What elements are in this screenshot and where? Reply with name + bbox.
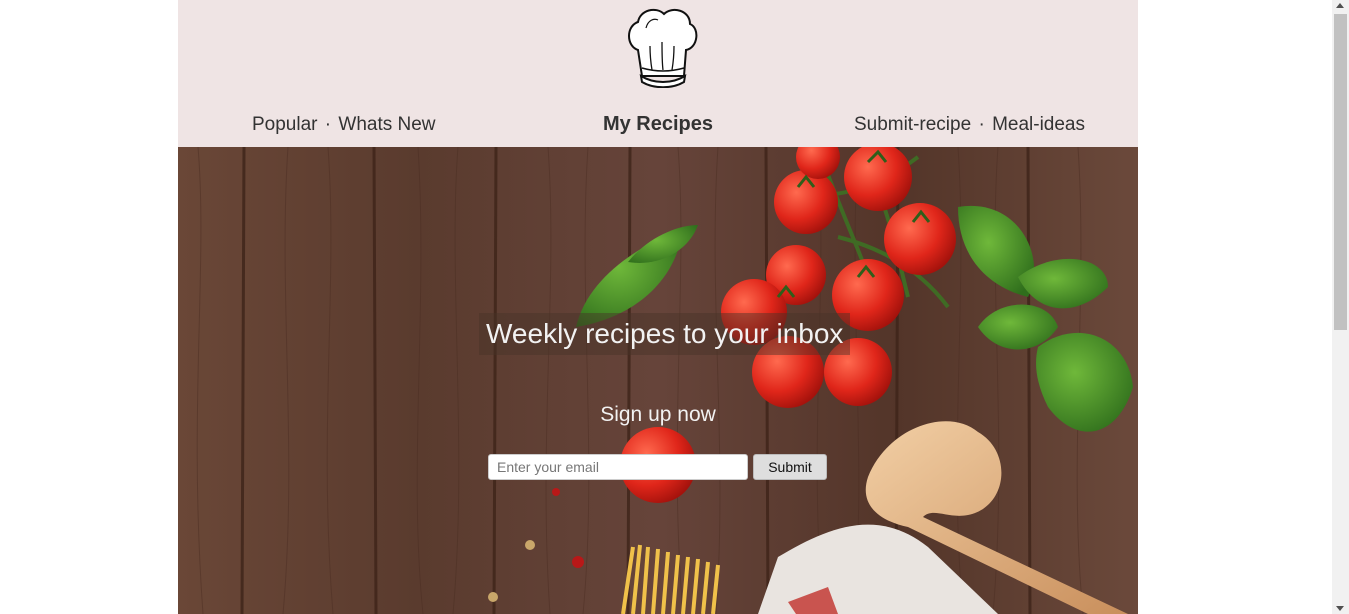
nav-link-meal-ideas[interactable]: Meal-ideas: [992, 114, 1085, 135]
hero-headline: Weekly recipes to your inbox: [479, 313, 851, 355]
nav-link-submit-recipe[interactable]: Submit-recipe: [854, 114, 971, 135]
nav-right: Submit-recipe · Meal-ideas: [854, 114, 1085, 136]
scroll-down-arrow-icon[interactable]: [1336, 606, 1344, 611]
chef-hat-icon[interactable]: [624, 6, 700, 88]
signup-title: Sign up now: [600, 403, 716, 426]
hero-section: Weekly recipes to your inbox Sign up now…: [178, 147, 1138, 614]
page: Popular · Whats New My Recipes Submit-re…: [178, 0, 1138, 614]
site-header: Popular · Whats New My Recipes Submit-re…: [178, 0, 1138, 147]
vertical-scrollbar[interactable]: [1332, 0, 1349, 614]
email-input[interactable]: [488, 454, 748, 480]
hero-background-image: [178, 147, 1138, 614]
submit-button[interactable]: Submit: [753, 454, 827, 480]
scroll-up-arrow-icon[interactable]: [1336, 3, 1344, 8]
scrollbar-thumb[interactable]: [1334, 14, 1347, 330]
nav-separator: ·: [978, 114, 985, 135]
